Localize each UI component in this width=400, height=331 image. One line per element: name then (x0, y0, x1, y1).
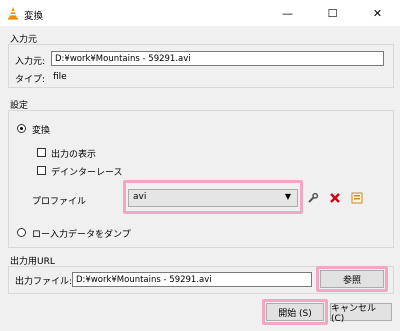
dump-raw-label: ロー入力データをダンプ (32, 230, 131, 240)
source-input[interactable]: D:¥work¥Mountains - 59291.avi (51, 51, 384, 66)
profile-value: avi (133, 192, 147, 202)
show-output-checkbox[interactable] (37, 148, 46, 157)
convert-label: 変換 (32, 126, 51, 136)
new-profile-icon[interactable] (348, 189, 366, 207)
profile-label: プロファイル (32, 197, 87, 207)
maximize-button[interactable]: ☐ (310, 0, 355, 26)
vlc-cone-icon (6, 6, 20, 20)
browse-button[interactable]: 参照 (320, 270, 384, 288)
cancel-button[interactable]: キャンセル (C) (330, 303, 392, 324)
window-title: 変換 (24, 11, 44, 22)
type-label: タイプ: (15, 75, 46, 85)
minimize-button[interactable]: — (265, 0, 310, 26)
start-button[interactable]: 開始 (S) (266, 303, 324, 321)
output-file-input[interactable]: D:¥work¥Mountains - 59291.avi (72, 272, 312, 287)
convert-radio[interactable] (17, 124, 26, 133)
chevron-down-icon: ▼ (284, 192, 291, 201)
close-button[interactable]: ✕ (355, 0, 400, 26)
output-file-label: 出力ファイル: (15, 277, 73, 287)
dump-raw-radio[interactable] (17, 228, 26, 237)
type-value: file (53, 72, 67, 82)
delete-x-icon[interactable] (326, 189, 344, 207)
profile-combobox[interactable]: avi ▼ (128, 189, 298, 207)
deinterlace-label: デインターレース (51, 168, 123, 178)
deinterlace-checkbox[interactable] (37, 166, 46, 175)
wrench-icon[interactable] (304, 189, 322, 207)
source-input-label: 入力元: (15, 57, 46, 67)
show-output-label: 出力の表示 (51, 150, 97, 160)
